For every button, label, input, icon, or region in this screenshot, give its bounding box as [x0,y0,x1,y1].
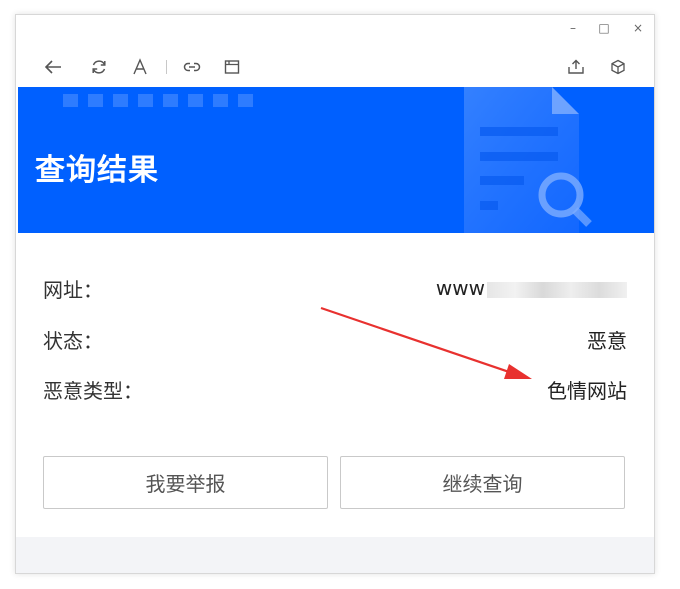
share-icon[interactable] [566,57,586,77]
continue-query-button[interactable]: 继续查询 [340,456,625,509]
malicious-type-label: 恶意类型： [43,378,143,403]
toolbar-separator [166,60,167,74]
toolbar [16,47,654,87]
browser-window: – □ × 查询结果 网址： www 状态： 恶意 恶意类型： 色情网站 我要举… [15,14,655,574]
status-value: 恶意 [587,328,627,353]
url-label: 网址： [43,277,103,302]
url-row: 网址： www [43,273,627,303]
footer-bar [16,537,654,573]
minimize-button[interactable]: – [564,19,582,37]
url-value: www [436,276,627,300]
result-banner: 查询结果 [18,87,654,233]
decorative-dots [63,94,253,107]
malicious-type-row: 恶意类型： 色情网站 [43,374,627,404]
refresh-icon[interactable] [89,57,109,77]
malicious-type-value: 色情网站 [547,378,627,403]
back-arrow-icon[interactable] [43,57,63,77]
document-search-illustration [464,87,592,233]
close-button[interactable]: × [629,19,647,37]
maximize-button[interactable]: □ [595,19,613,37]
status-row: 状态： 恶意 [43,324,627,354]
url-text: www [435,276,485,300]
title-bar: – □ × [16,15,654,41]
window-icon[interactable] [222,57,242,77]
url-redaction [487,281,627,298]
status-label: 状态： [43,328,103,353]
cube-icon[interactable] [608,57,628,77]
font-icon[interactable] [130,57,150,77]
page-title: 查询结果 [35,153,159,188]
report-button[interactable]: 我要举报 [43,456,328,509]
link-icon[interactable] [182,57,202,77]
